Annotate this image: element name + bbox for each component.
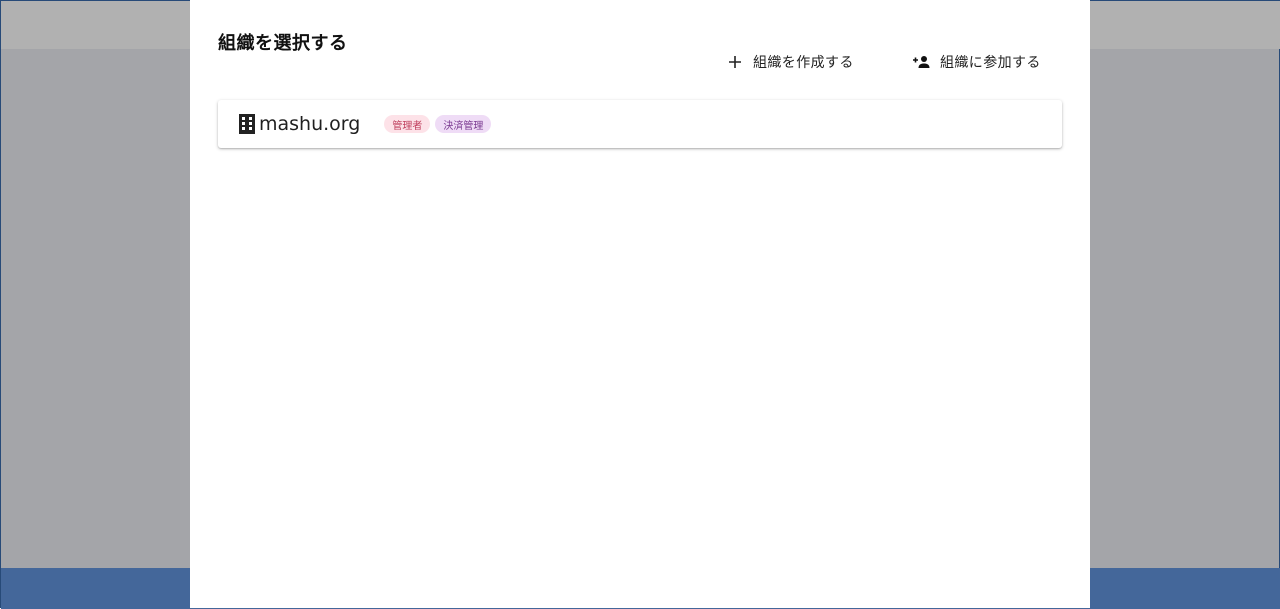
join-organization-button[interactable]: 組織に参加する (912, 50, 1041, 74)
organization-card[interactable]: mashu.org 管理者 決済管理 (218, 100, 1062, 148)
role-chip-billing: 決済管理 (435, 115, 492, 133)
building-icon (238, 113, 256, 135)
organization-name: mashu.org (259, 113, 361, 135)
plus-icon (727, 54, 743, 70)
create-organization-label: 組織を作成する (753, 55, 854, 71)
select-organization-dialog: 組織を選択する 組織を作成する 組織に参加する mashu.org 管理者 決済… (190, 0, 1090, 608)
role-chip-admin: 管理者 (384, 115, 431, 133)
join-organization-label: 組織に参加する (940, 55, 1041, 71)
person-add-icon (912, 54, 930, 70)
dialog-title: 組織を選択する (218, 33, 348, 54)
create-organization-button[interactable]: 組織を作成する (727, 50, 854, 74)
